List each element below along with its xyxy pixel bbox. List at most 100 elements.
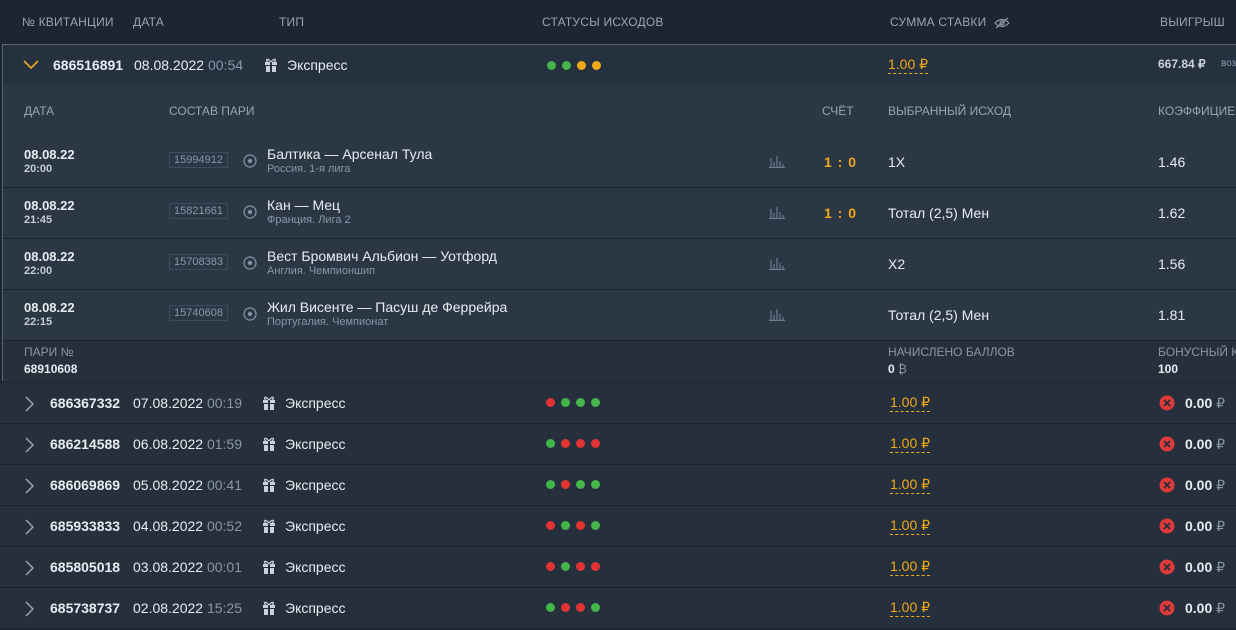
winnings-amount: 0.00 ₽ — [1185, 600, 1225, 617]
statistics-icon[interactable] — [769, 154, 785, 168]
receipt-row[interactable]: 685933833 04.08.2022 00:52 Экспресс 1.00 ₽ 0… — [0, 506, 1236, 547]
bet-leg[interactable]: 08.08.22 22:00 15708383 Вест Бромвич Альбио… — [3, 239, 1236, 290]
receipt-time: 15:25 — [206, 600, 243, 616]
event-name[interactable]: Кан — Мец — [267, 197, 340, 213]
receipt-time: 01:59 — [206, 436, 243, 452]
receipt-time: 00:01 — [206, 559, 243, 575]
winnings-value: 0.00 — [1185, 600, 1213, 616]
status-dot — [591, 562, 600, 571]
chevron-down-icon[interactable] — [23, 60, 39, 70]
bet-leg[interactable]: 08.08.22 22:15 15740608 Жил Висенте — Пасуш… — [3, 290, 1236, 341]
status-dot — [591, 398, 600, 407]
outcome-status-dots — [546, 603, 606, 621]
selected-outcome: Тотал (2,5) Мен — [888, 307, 990, 323]
outcome-status-dots — [546, 521, 606, 539]
receipt-row[interactable]: 685738737 02.08.2022 15:25 Экспресс 1.00 ₽ 0… — [0, 588, 1236, 629]
event-name[interactable]: Балтика — Арсенал Тула — [267, 146, 432, 162]
receipt-type: Экспресс — [285, 395, 346, 411]
chevron-right-icon[interactable] — [24, 519, 34, 535]
sub-col-date: ДАТА — [24, 104, 55, 118]
stake-amount[interactable]: 1.00 ₽ — [888, 56, 929, 74]
status-dot — [561, 480, 570, 489]
receipt-id: 686069869 — [50, 477, 121, 493]
sub-col-coefficient: КОЭФФИЦИЕН — [1158, 104, 1236, 118]
winnings-amount: 0.00 ₽ — [1185, 436, 1225, 453]
winnings-amount: 0.00 ₽ — [1185, 395, 1225, 412]
score: 1 : 0 — [824, 154, 858, 170]
expanded-receipt: 686516891 08.08.2022 00:54 Экспресс 1.00… — [2, 44, 1236, 382]
leg-date: 08.08.22 — [24, 147, 75, 162]
event-id: 15708383 — [169, 254, 228, 270]
lost-x-icon — [1159, 518, 1175, 534]
status-dot — [576, 603, 585, 612]
event-name[interactable]: Жил Висенте — Пасуш де Феррейра — [267, 299, 507, 315]
receipt-row[interactable]: 685805018 03.08.2022 00:01 Экспресс 1.00 ₽ 0… — [0, 547, 1236, 588]
winnings-value: 0.00 — [1185, 518, 1213, 534]
gift-icon — [265, 58, 277, 72]
lost-x-icon — [1159, 600, 1175, 616]
status-dot — [561, 603, 570, 612]
receipt-id: 686516891 — [53, 57, 124, 73]
receipt-id: 686214588 — [50, 436, 121, 452]
stake-amount[interactable]: 1.00 ₽ — [890, 517, 931, 535]
status-dot — [547, 61, 556, 70]
bet-leg[interactable]: 08.08.22 20:00 15994912 Балтика — Арсенал Т… — [3, 137, 1236, 188]
stake-amount[interactable]: 1.00 ₽ — [890, 599, 931, 617]
status-dot — [576, 398, 585, 407]
chevron-right-icon[interactable] — [24, 601, 34, 617]
receipt-id: 685933833 — [50, 518, 121, 534]
stake-amount[interactable]: 1.00 ₽ — [890, 558, 931, 576]
winnings-amount: 0.00 ₽ — [1185, 477, 1225, 494]
chevron-right-icon[interactable] — [24, 396, 34, 412]
receipt-date: 04.08.2022 — [133, 518, 204, 534]
receipt-datetime: 05.08.2022 00:41 — [133, 477, 242, 493]
statistics-icon[interactable] — [769, 307, 785, 321]
receipt-date: 02.08.2022 — [133, 600, 204, 616]
leg-time: 22:15 — [24, 316, 53, 328]
chevron-right-icon[interactable] — [24, 437, 34, 453]
status-dot — [561, 439, 570, 448]
status-dot — [591, 480, 600, 489]
receipt-date: 06.08.2022 — [133, 436, 204, 452]
receipt-datetime: 04.08.2022 00:52 — [133, 518, 242, 534]
receipt-time: 00:19 — [206, 395, 243, 411]
bet-leg[interactable]: 08.08.22 21:45 15821661 Кан — Мец Франция. Л… — [3, 188, 1236, 239]
stake-amount[interactable]: 1.00 ₽ — [890, 435, 931, 453]
status-dot — [561, 398, 570, 407]
selected-outcome: 1X — [888, 154, 906, 170]
receipt-datetime: 07.08.2022 00:19 — [133, 395, 242, 411]
receipt-row[interactable]: 686367332 07.08.2022 00:19 Экспресс 1.00 ₽ 0… — [0, 383, 1236, 424]
event-id: 15994912 — [169, 152, 228, 168]
status-dot — [576, 521, 585, 530]
chevron-right-icon[interactable] — [24, 560, 34, 576]
chevron-right-icon[interactable] — [24, 478, 34, 494]
selected-outcome: Тотал (2,5) Мен — [888, 205, 990, 221]
outcome-status-dots — [547, 61, 607, 79]
status-dot — [576, 439, 585, 448]
statistics-icon[interactable] — [769, 205, 785, 219]
stake-amount[interactable]: 1.00 ₽ — [890, 394, 931, 412]
winnings-value: 0.00 — [1185, 436, 1213, 452]
stake-amount[interactable]: 1.00 ₽ — [890, 476, 931, 494]
leg-date: 08.08.22 — [24, 300, 75, 315]
event-name[interactable]: Вест Бромвич Альбион — Уотфорд — [267, 248, 497, 264]
col-type: ТИП — [279, 15, 305, 29]
statistics-icon[interactable] — [769, 256, 785, 270]
leg-time: 22:00 — [24, 265, 53, 277]
eye-hidden-icon[interactable] — [994, 17, 1011, 29]
outcome-status-dots — [546, 562, 606, 580]
leg-date: 08.08.22 — [24, 249, 75, 264]
outcome-status-dots — [546, 398, 606, 416]
currency-symbol: ₽ — [1216, 395, 1226, 411]
receipt-row[interactable]: 686214588 06.08.2022 01:59 Экспресс 1.00 ₽ 0… — [0, 424, 1236, 465]
currency-symbol: ₽ — [1216, 559, 1226, 575]
lost-x-icon — [1159, 477, 1175, 493]
outcome-status-dots — [546, 439, 606, 457]
col-winnings: ВЫИГРЫШ — [1160, 15, 1225, 29]
receipt-footer: ПАРИ № 68910608 НАЧИСЛЕНО БАЛЛОВ 0 ₿ БОН… — [3, 341, 1236, 382]
bonus-value: 100 — [1158, 362, 1179, 376]
table-header: № КВИТАНЦИИ ДАТА ТИП СТАТУСЫ ИСХОДОВ СУМ… — [0, 0, 1236, 44]
receipt-type: Экспресс — [285, 477, 346, 493]
receipt-row[interactable]: 686069869 05.08.2022 00:41 Экспресс 1.00 ₽ 0… — [0, 465, 1236, 506]
receipt-row-expanded[interactable]: 686516891 08.08.2022 00:54 Экспресс 1.00… — [3, 45, 1236, 85]
